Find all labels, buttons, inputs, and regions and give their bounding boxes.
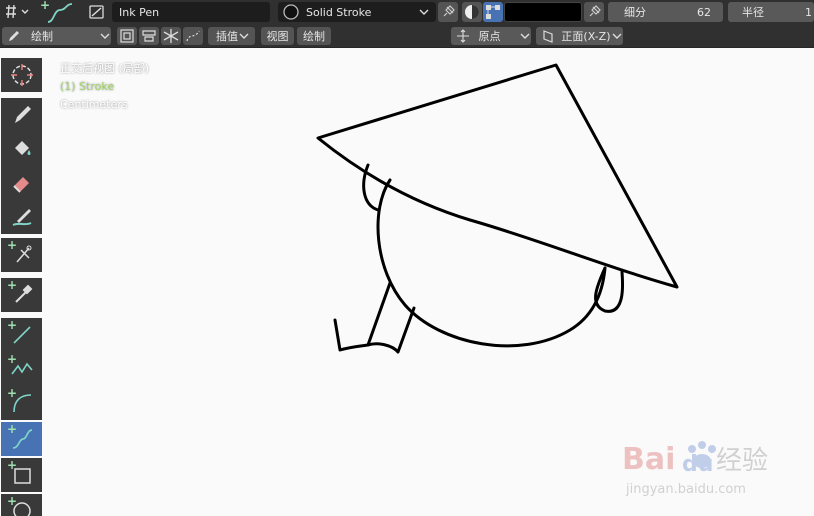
- watermark-brand-2: du: [682, 452, 713, 477]
- head-stroke: [376, 178, 607, 348]
- hand-stroke: [333, 318, 370, 352]
- baidu-paw-logo: Bai du 经验 jingyan.baidu.com: [622, 441, 768, 497]
- hat-stroke: [316, 63, 679, 289]
- baidu-watermark: Bai du 经验 jingyan.baidu.com: [620, 425, 780, 500]
- left-ear-stroke: [362, 163, 380, 212]
- watermark-url: jingyan.baidu.com: [625, 482, 746, 497]
- arm-stroke: [366, 281, 416, 354]
- watermark-brand: Bai: [622, 442, 675, 477]
- watermark-service: 经验: [716, 446, 768, 476]
